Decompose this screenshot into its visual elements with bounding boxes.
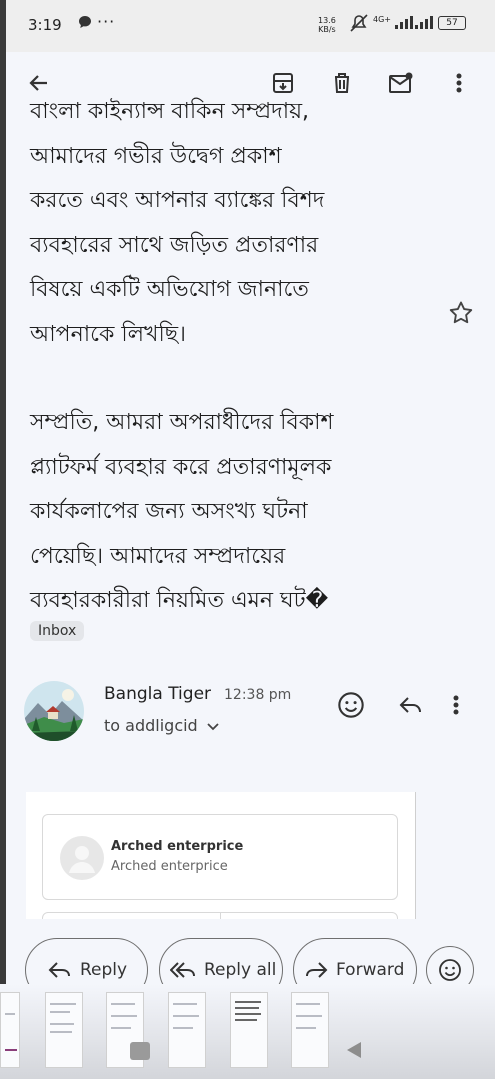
body-line: বিষয়ে একটি অভিযোগ জানাতে (30, 277, 309, 302)
message-more-button[interactable] (452, 693, 460, 721)
signal-strength-2-icon (410, 15, 434, 32)
secondary-card (42, 912, 398, 919)
star-icon (449, 301, 473, 324)
back-nav-button[interactable] (345, 1040, 363, 1064)
message-paragraph-1: বাংলা কাইন্যান্স বাকিন সম্প্রদায়, আমাদে… (30, 90, 430, 357)
signal-strength-icon: 4G+ (373, 15, 414, 32)
thumb-line (50, 1031, 72, 1033)
thumb-line (173, 1003, 197, 1005)
recipient-line: to addligcid (104, 716, 198, 735)
chat-bubble-icon (78, 15, 92, 33)
thumb-line (50, 1003, 76, 1005)
body-line: আপনাকে লিখছি। (30, 321, 186, 347)
body-line: করতে এবং আপনার ব্যাঙ্কের বিশদ (30, 188, 325, 213)
network-rate-value: 13.6 (318, 16, 336, 25)
body-line: ব্যবহারকারীরা নিয়মিত এমন ঘট� (30, 588, 329, 613)
signal-label: 4G+ (373, 15, 391, 24)
message-time: 12:38 pm (224, 687, 292, 703)
body-line: বাংলা কাইন্যান্স বাকিন সম্প্রদায়, (30, 99, 310, 124)
thumb-line (173, 1027, 193, 1029)
body-line: কার্যকলাপের জন্য অসংখ্য ঘটনা (30, 499, 308, 524)
home-nav-icon[interactable] (130, 1042, 150, 1060)
thumb-line (296, 1003, 320, 1005)
recent-thumbnail[interactable] (45, 992, 83, 1068)
recipient-details-toggle[interactable]: to addligcid (104, 716, 219, 735)
thumb-line (50, 1023, 74, 1025)
add-reaction-button[interactable] (337, 691, 365, 723)
thumb-line (5, 1049, 17, 1051)
placeholder-avatar (60, 836, 104, 880)
network-rate-unit: KB/s (318, 25, 336, 34)
avatar[interactable] (24, 681, 84, 741)
recent-thumbnail[interactable] (230, 992, 268, 1068)
reply-all-label: Reply all (204, 960, 277, 980)
inbox-label-chip[interactable]: Inbox (30, 621, 85, 641)
thumb-line (235, 1007, 259, 1009)
forward-icon (306, 962, 328, 978)
card-name: Arched enterprice (111, 839, 244, 854)
emoji-icon (439, 959, 461, 981)
quick-reply-button[interactable] (398, 693, 424, 721)
embedded-preview: Arched enterprice Arched enterprice (26, 792, 416, 919)
chevron-down-icon (207, 723, 219, 731)
message-body: বাংলা কাইন্যান্স বাকিন সম্প্রদায়, আমাদে… (30, 99, 430, 624)
profile-card: Arched enterprice Arched enterprice (42, 814, 398, 900)
thumb-line (173, 1015, 199, 1017)
sender-name: Bangla Tiger (104, 684, 212, 704)
recent-thumbnail[interactable] (0, 992, 20, 1068)
body-line: প্ল্যাটফর্ম ব্যবহার করে প্রতারণামূলক (30, 454, 332, 480)
landscape-avatar-icon (24, 681, 84, 741)
window-edge (0, 0, 6, 1079)
forward-label: Forward (336, 960, 405, 980)
more-notifications-icon: ··· (97, 12, 116, 31)
thumb-line (111, 1027, 131, 1029)
thumb-line (296, 1015, 322, 1017)
recent-thumbnail[interactable] (168, 992, 206, 1068)
thumb-line (5, 1013, 15, 1015)
thumb-line (235, 1019, 257, 1021)
thumb-line (235, 1013, 261, 1015)
recent-thumbnail[interactable] (291, 992, 329, 1068)
message-paragraph-2: সম্প্রতি, আমরা অপরাধীদের বিকাশ প্ল্যাটফর… (30, 401, 430, 624)
thumb-line (50, 1011, 70, 1013)
mute-icon (348, 13, 370, 37)
body-line: আমাদের গভীর উদ্বেগ প্রকাশ (30, 143, 282, 169)
star-button[interactable] (447, 299, 475, 331)
card-divider (220, 913, 221, 919)
thumb-line (235, 1001, 261, 1003)
thumb-line (296, 1027, 316, 1029)
status-time: 3:19 (28, 16, 62, 34)
triangle-back-icon (347, 1042, 361, 1058)
reply-icon (399, 697, 421, 713)
app-screen: 3:19 ··· 13.6 KB/s 4G+ 57 বাংলা কাইন্যান… (0, 0, 495, 1079)
recent-apps-strip (0, 984, 495, 1079)
network-rate: 13.6 KB/s (318, 16, 336, 34)
status-bar: 3:19 ··· 13.6 KB/s 4G+ 57 (6, 0, 495, 52)
more-options-button[interactable] (442, 66, 476, 100)
body-line: সম্প্রতি, আমরা অপরাধীদের বিকাশ (30, 410, 334, 435)
body-line: পেয়েছি। আমাদের সম্প্রদায়ের (30, 543, 286, 569)
reply-label: Reply (80, 960, 128, 980)
body-line: ব্যবহারের সাথে জড়িত প্রতারণার (30, 232, 319, 258)
thumb-line (111, 1003, 135, 1005)
battery-indicator: 57 (438, 16, 466, 30)
thumb-line (111, 1015, 137, 1017)
reply-all-icon (170, 962, 195, 978)
emoji-icon (338, 692, 364, 718)
more-vert-icon (456, 73, 462, 93)
more-vert-icon (453, 695, 459, 715)
card-subtitle: Arched enterprice (111, 859, 228, 874)
person-icon (69, 846, 95, 873)
reply-icon (48, 962, 70, 978)
